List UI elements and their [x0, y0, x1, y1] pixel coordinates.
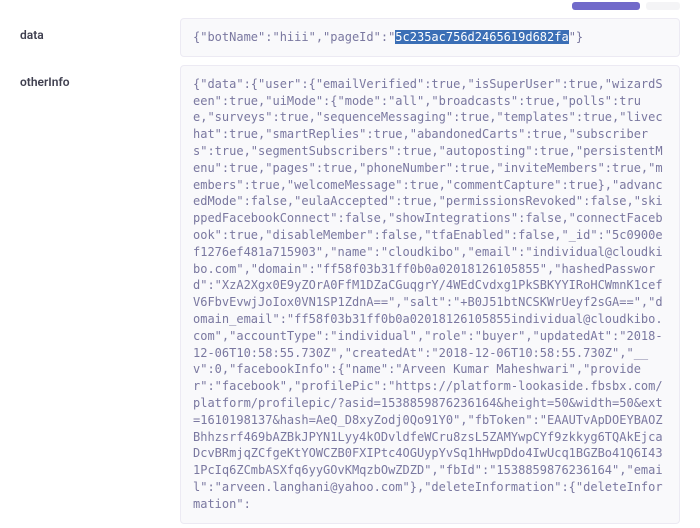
otherinfo-value[interactable]: {"data":{"user":{"emailVerified":true,"i… — [180, 65, 680, 524]
secondary-action-button[interactable] — [646, 2, 680, 10]
otherinfo-label: otherInfo — [20, 65, 180, 89]
data-row: data {"botName":"hiii","pageId":"5c235ac… — [0, 18, 700, 57]
data-highlighted-selection[interactable]: 5c235ac756d2465619d682fa — [395, 30, 568, 44]
top-button-bar — [0, 0, 700, 18]
primary-action-button[interactable] — [572, 2, 640, 10]
data-post-text: "} — [569, 30, 583, 44]
otherinfo-row: otherInfo {"data":{"user":{"emailVerifie… — [0, 65, 700, 524]
data-value[interactable]: {"botName":"hiii","pageId":"5c235ac756d2… — [180, 18, 680, 57]
data-pre-text: {"botName":"hiii","pageId":" — [193, 30, 395, 44]
data-label: data — [20, 18, 180, 42]
